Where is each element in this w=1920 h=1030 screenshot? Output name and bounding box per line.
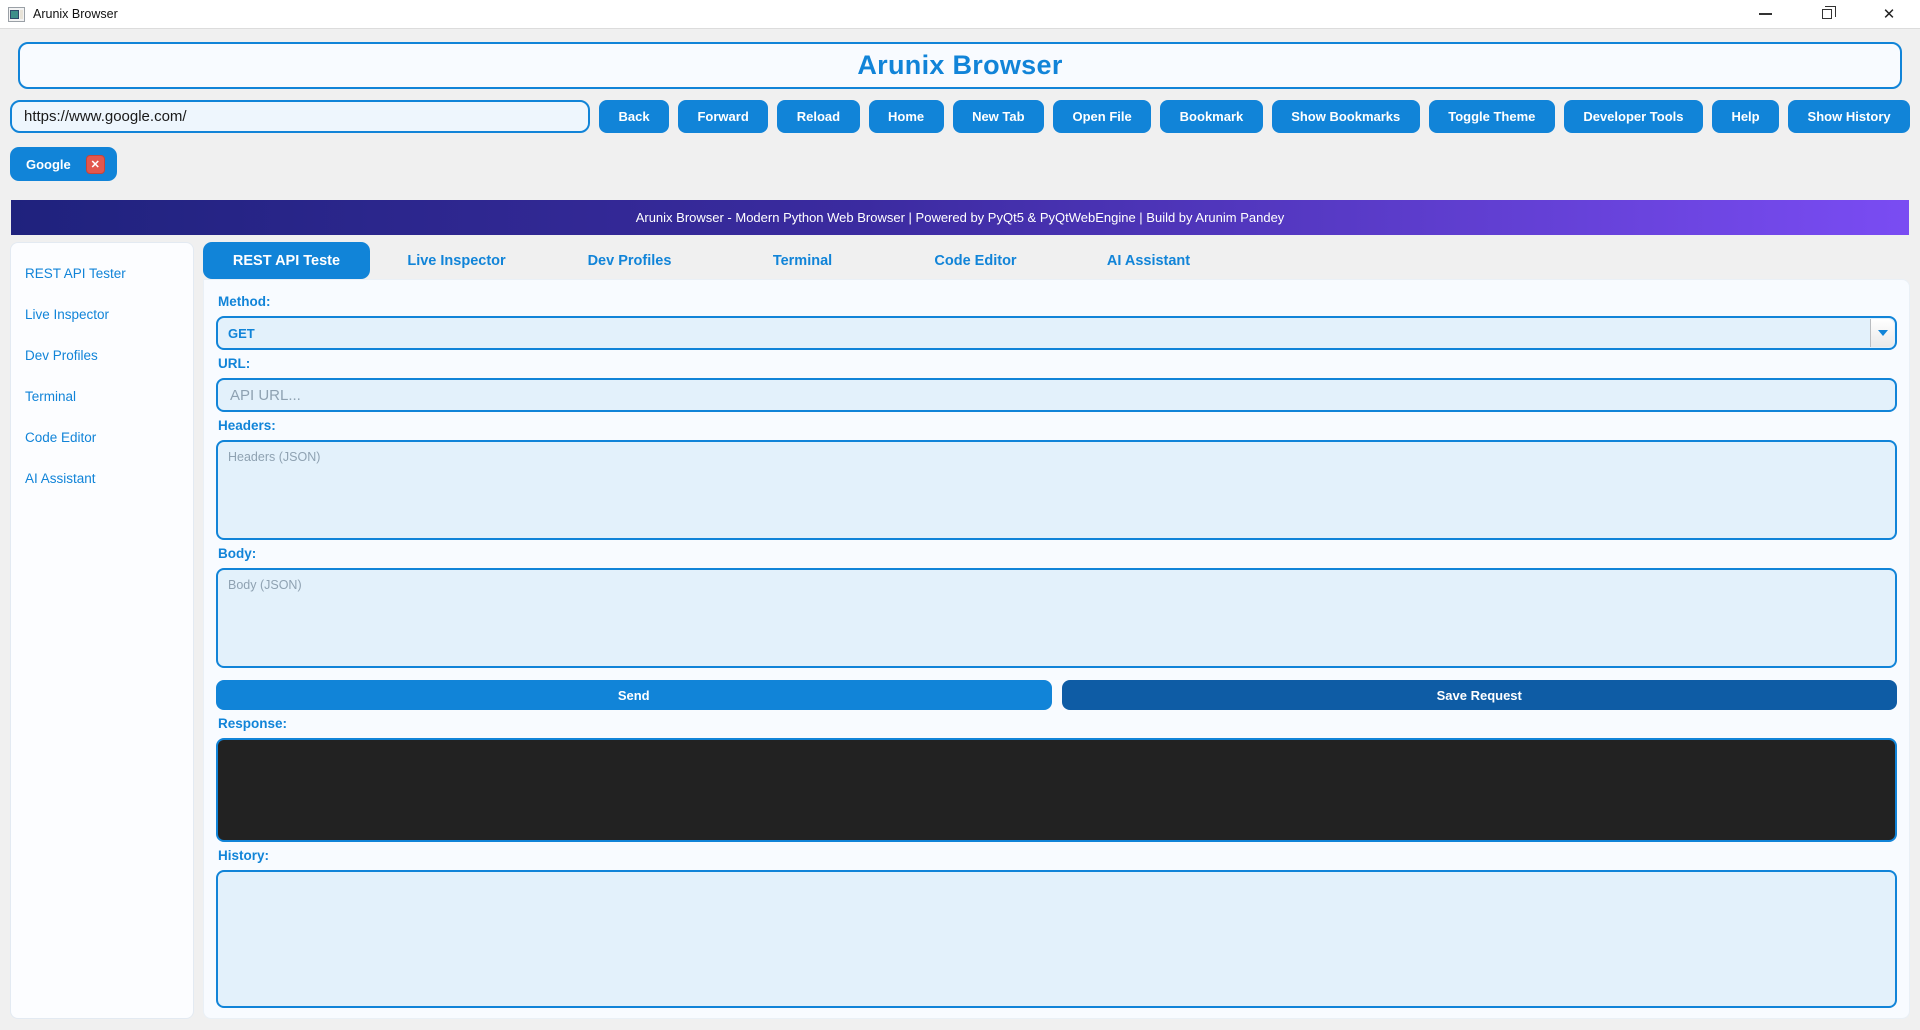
tab-terminal[interactable]: Terminal xyxy=(716,242,889,279)
show-bookmarks-button[interactable]: Show Bookmarks xyxy=(1271,100,1420,133)
dropdown-arrow-box[interactable] xyxy=(1870,319,1894,347)
app-header: Arunix Browser xyxy=(0,29,1920,89)
bookmark-button[interactable]: Bookmark xyxy=(1160,100,1263,133)
tab-live-inspector[interactable]: Live Inspector xyxy=(370,242,543,279)
restore-button[interactable] xyxy=(1796,0,1858,28)
rest-api-tester-panel: Method: GET URL: Headers: Body: Send Sav… xyxy=(203,279,1910,1019)
sidebar: REST API Tester Live Inspector Dev Profi… xyxy=(10,242,194,1019)
sidebar-item-code-editor[interactable]: Code Editor xyxy=(11,417,193,458)
os-titlebar: Arunix Browser ✕ xyxy=(0,0,1920,29)
request-actions: Send Save Request xyxy=(216,680,1897,710)
body-textarea[interactable] xyxy=(216,568,1897,668)
toggle-theme-button[interactable]: Toggle Theme xyxy=(1428,100,1555,133)
info-banner-text: Arunix Browser - Modern Python Web Brows… xyxy=(635,210,1285,225)
url-label: URL: xyxy=(218,356,251,371)
sidebar-item-live-inspector[interactable]: Live Inspector xyxy=(11,294,193,335)
body-label: Body: xyxy=(218,546,257,561)
titlebar-left: Arunix Browser xyxy=(0,6,1734,22)
page-tab-strip: Google ✕ xyxy=(10,147,1910,181)
headers-textarea[interactable] xyxy=(216,440,1897,540)
minimize-button[interactable] xyxy=(1734,0,1796,28)
app-title-box: Arunix Browser xyxy=(18,42,1902,89)
history-list[interactable] xyxy=(216,870,1897,1008)
window-title: Arunix Browser xyxy=(33,7,118,21)
tab-dev-profiles[interactable]: Dev Profiles xyxy=(543,242,716,279)
sidebar-item-ai-assistant[interactable]: AI Assistant xyxy=(11,458,193,499)
method-label: Method: xyxy=(218,294,271,309)
page-tab-google[interactable]: Google ✕ xyxy=(10,147,117,181)
tab-rest-api-tester[interactable]: REST API Teste xyxy=(203,242,370,279)
close-button[interactable]: ✕ xyxy=(1858,0,1920,28)
info-banner: Arunix Browser - Modern Python Web Brows… xyxy=(11,200,1909,235)
workspace: REST API Tester Live Inspector Dev Profi… xyxy=(0,235,1920,1030)
sidebar-item-rest-api-tester[interactable]: REST API Tester xyxy=(11,253,193,294)
method-selected-value: GET xyxy=(228,325,255,341)
tool-tabs: REST API Teste Live Inspector Dev Profil… xyxy=(203,242,1910,279)
close-icon: ✕ xyxy=(1882,5,1896,23)
response-output[interactable] xyxy=(216,738,1897,842)
main-area: REST API Teste Live Inspector Dev Profil… xyxy=(203,242,1910,1019)
page-title: Arunix Browser xyxy=(857,50,1063,80)
show-history-button[interactable]: Show History xyxy=(1788,100,1911,133)
tab-code-editor[interactable]: Code Editor xyxy=(889,242,1062,279)
help-button[interactable]: Help xyxy=(1711,100,1780,133)
method-select[interactable]: GET xyxy=(216,316,1897,350)
forward-button[interactable]: Forward xyxy=(678,100,769,133)
page-tab-label: Google xyxy=(26,156,71,172)
send-button[interactable]: Send xyxy=(216,680,1052,710)
minimize-icon xyxy=(1758,13,1772,15)
developer-tools-button[interactable]: Developer Tools xyxy=(1563,100,1703,133)
sidebar-item-terminal[interactable]: Terminal xyxy=(11,376,193,417)
window-controls: ✕ xyxy=(1734,0,1920,28)
app-window-icon xyxy=(8,6,25,22)
tab-ai-assistant[interactable]: AI Assistant xyxy=(1062,242,1235,279)
home-button[interactable]: Home xyxy=(868,100,944,133)
headers-label: Headers: xyxy=(218,418,276,433)
history-label: History: xyxy=(218,848,270,863)
api-url-input[interactable] xyxy=(216,378,1897,412)
sidebar-item-dev-profiles[interactable]: Dev Profiles xyxy=(11,335,193,376)
back-button[interactable]: Back xyxy=(599,100,670,133)
response-label: Response: xyxy=(218,716,288,731)
app-window: Arunix Browser ✕ Arunix Browser Back For… xyxy=(0,0,1920,1030)
reload-button[interactable]: Reload xyxy=(777,100,860,133)
save-request-button[interactable]: Save Request xyxy=(1061,680,1897,710)
tab-close-icon[interactable]: ✕ xyxy=(85,154,105,174)
address-bar-input[interactable] xyxy=(10,100,590,133)
open-file-button[interactable]: Open File xyxy=(1053,100,1152,133)
navigation-toolbar: Back Forward Reload Home New Tab Open Fi… xyxy=(10,100,1911,133)
new-tab-button[interactable]: New Tab xyxy=(952,100,1045,133)
restore-icon xyxy=(1822,6,1836,19)
chevron-down-icon xyxy=(1877,330,1888,336)
